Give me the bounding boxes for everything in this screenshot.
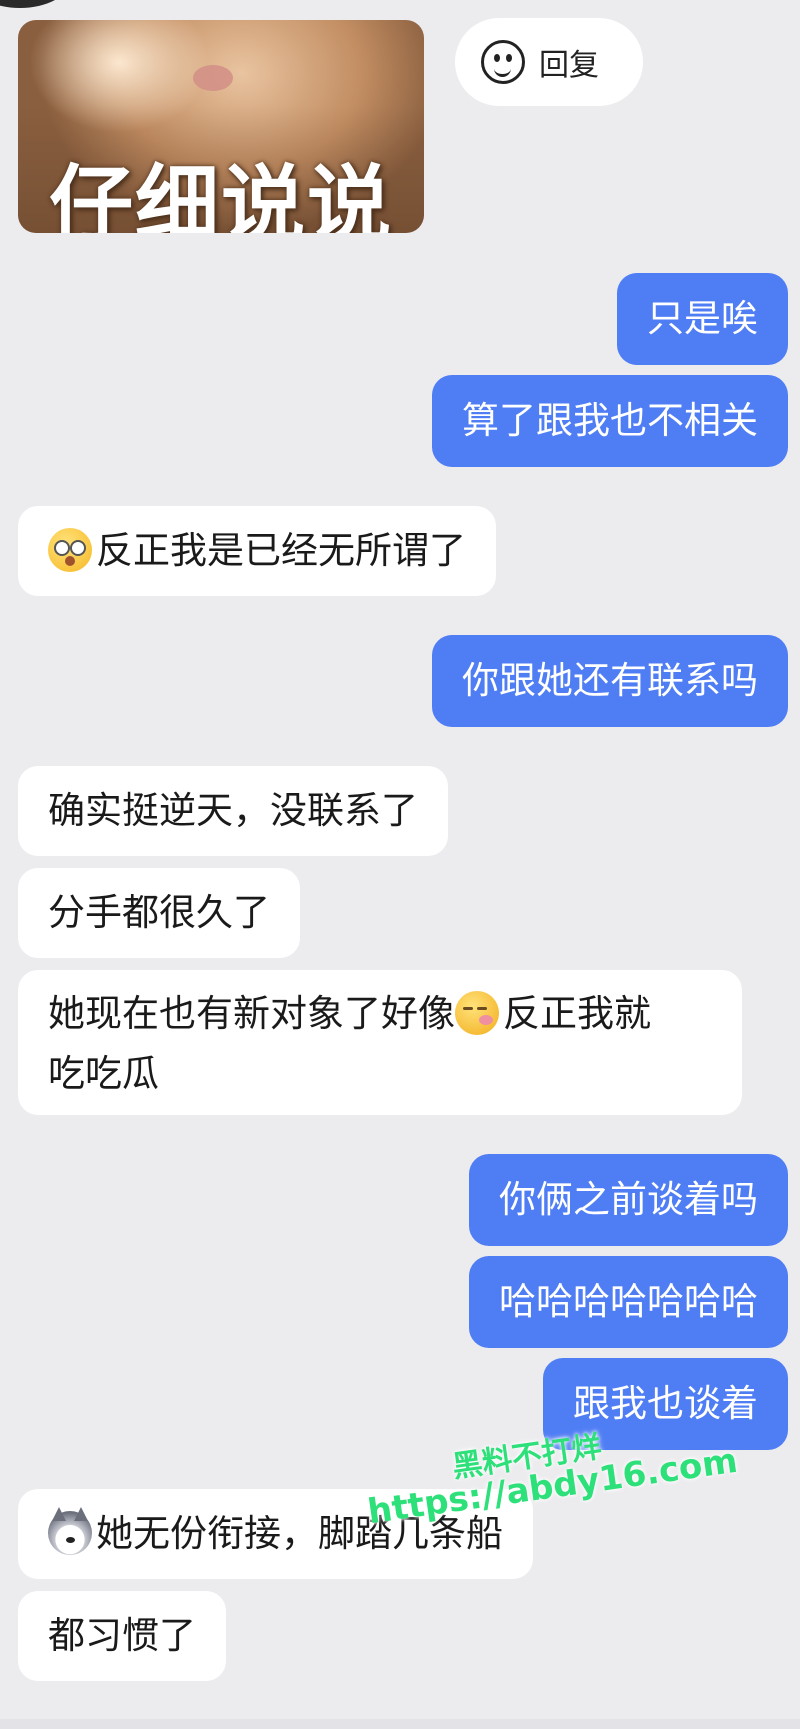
avatar[interactable] bbox=[0, 0, 70, 8]
message-text: 你俩之前谈着吗 bbox=[499, 1178, 758, 1221]
message-bubble-incoming[interactable]: 都习惯了 bbox=[18, 1591, 226, 1681]
blowing-kiss-emoji-icon bbox=[455, 990, 499, 1035]
message-bubble-outgoing[interactable]: 你俩之前谈着吗 bbox=[469, 1154, 788, 1246]
message-bubble-incoming[interactable]: 反正我是已经无所谓了 bbox=[18, 506, 496, 596]
message-text: 哈哈哈哈哈哈哈 bbox=[499, 1280, 758, 1323]
dizzy-face-emoji-icon bbox=[48, 527, 92, 572]
message-bubble-outgoing[interactable]: 算了跟我也不相关 bbox=[432, 375, 788, 467]
reply-button-label: 回复 bbox=[539, 48, 599, 83]
sticker-caption: 仔细说说 bbox=[48, 156, 393, 233]
message-bubble-incoming[interactable]: 她现在也有新对象了好像 反正我就 吃吃瓜 bbox=[18, 970, 742, 1115]
message-bubble-incoming[interactable]: 她无份衔接，脚踏几条船 bbox=[18, 1489, 533, 1579]
message-bubble-outgoing[interactable]: 只是唉 bbox=[617, 273, 788, 365]
bottom-edge bbox=[0, 1719, 800, 1729]
message-text: 她现在也有新对象了好像 bbox=[48, 992, 455, 1035]
message-text: 你跟她还有联系吗 bbox=[462, 659, 758, 702]
message-bubble-incoming[interactable]: 确实挺逆天，没联系了 bbox=[18, 766, 448, 856]
message-text: 分手都很久了 bbox=[48, 891, 270, 934]
message-bubble-incoming[interactable]: 分手都很久了 bbox=[18, 868, 300, 958]
message-text: 反正我是已经无所谓了 bbox=[96, 529, 466, 572]
message-text: 吃吃瓜 bbox=[48, 1052, 159, 1095]
husky-dog-emoji-icon bbox=[48, 1506, 92, 1555]
message-bubble-outgoing[interactable]: 哈哈哈哈哈哈哈 bbox=[469, 1256, 788, 1348]
smiley-face-icon bbox=[481, 40, 525, 84]
sticker-image[interactable]: 仔细说说 bbox=[18, 20, 424, 233]
reply-button[interactable]: 回复 bbox=[455, 18, 643, 106]
message-text: 都习惯了 bbox=[48, 1614, 196, 1657]
message-text: 跟我也谈着 bbox=[573, 1382, 758, 1425]
message-text: 只是唉 bbox=[647, 297, 758, 340]
message-text: 反正我就 bbox=[503, 992, 651, 1035]
message-text: 她无份衔接，脚踏几条船 bbox=[96, 1512, 503, 1555]
message-text: 确实挺逆天，没联系了 bbox=[48, 789, 418, 832]
message-bubble-outgoing[interactable]: 跟我也谈着 bbox=[543, 1358, 788, 1450]
message-bubble-outgoing[interactable]: 你跟她还有联系吗 bbox=[432, 635, 788, 727]
message-text: 算了跟我也不相关 bbox=[462, 399, 758, 442]
